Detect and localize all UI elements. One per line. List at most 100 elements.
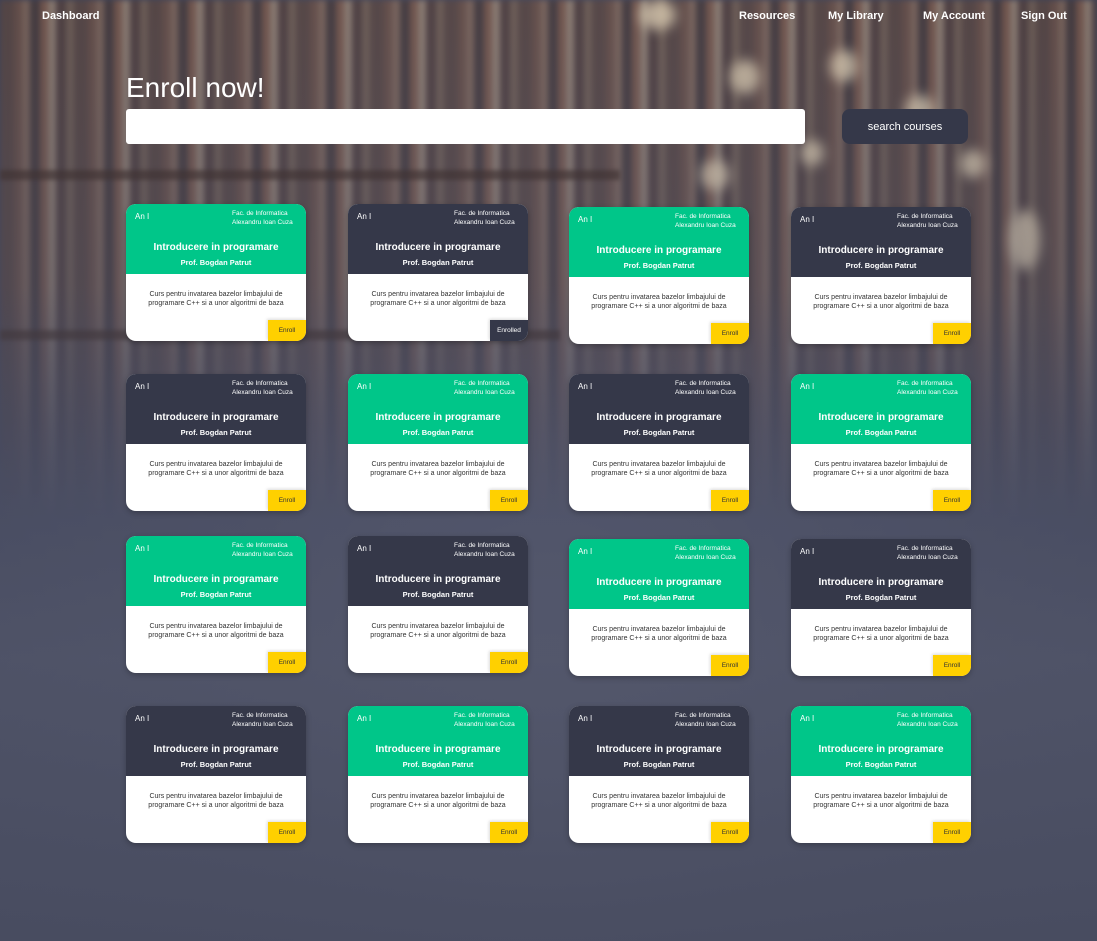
course-title: Introducere in programare xyxy=(153,574,279,585)
course-faculty: Fac. de Informatica Alexandru Ioan Cuza xyxy=(232,380,298,397)
course-description: Curs pentru invatarea bazelor limbajului… xyxy=(370,623,506,639)
course-description: Curs pentru invatarea bazelor limbajului… xyxy=(591,793,727,809)
enroll-button[interactable]: Enroll xyxy=(933,323,971,344)
course-title: Introducere in programare xyxy=(818,245,944,256)
course-card-header: An I Fac. de Informatica Alexandru Ioan … xyxy=(569,539,749,609)
course-card[interactable]: An I Fac. de Informatica Alexandru Ioan … xyxy=(126,706,306,843)
course-title: Introducere in programare xyxy=(375,744,501,755)
enroll-button[interactable]: Enroll xyxy=(933,655,971,676)
university-name: Alexandru Ioan Cuza xyxy=(675,388,736,396)
university-name: Alexandru Ioan Cuza xyxy=(454,720,515,728)
course-faculty: Fac. de Informatica Alexandru Ioan Cuza xyxy=(675,545,741,562)
course-card[interactable]: An I Fac. de Informatica Alexandru Ioan … xyxy=(569,706,749,843)
enroll-button[interactable]: Enroll xyxy=(268,320,306,341)
course-faculty: Fac. de Informatica Alexandru Ioan Cuza xyxy=(675,380,741,397)
course-card-header: An I Fac. de Informatica Alexandru Ioan … xyxy=(569,374,749,444)
course-description: Curs pentru invatarea bazelor limbajului… xyxy=(813,626,949,642)
course-card[interactable]: An I Fac. de Informatica Alexandru Ioan … xyxy=(569,539,749,676)
enroll-button[interactable]: Enroll xyxy=(711,822,749,843)
course-card[interactable]: An I Fac. de Informatica Alexandru Ioan … xyxy=(791,706,971,843)
course-professor: Prof. Bogdan Patrut xyxy=(180,258,252,267)
course-card[interactable]: An I Fac. de Informatica Alexandru Ioan … xyxy=(791,207,971,344)
course-faculty: Fac. de Informatica Alexandru Ioan Cuza xyxy=(897,380,963,397)
course-card[interactable]: An I Fac. de Informatica Alexandru Ioan … xyxy=(348,204,528,341)
course-faculty: Fac. de Informatica Alexandru Ioan Cuza xyxy=(897,545,963,562)
enroll-button[interactable]: Enroll xyxy=(268,652,306,673)
course-card-header: An I Fac. de Informatica Alexandru Ioan … xyxy=(126,706,306,776)
nav-sign-out[interactable]: Sign Out xyxy=(1021,10,1067,22)
university-name: Alexandru Ioan Cuza xyxy=(675,553,736,561)
faculty-name: Fac. de Informatica xyxy=(675,380,731,387)
course-card[interactable]: An I Fac. de Informatica Alexandru Ioan … xyxy=(569,207,749,344)
course-professor: Prof. Bogdan Patrut xyxy=(180,760,252,769)
course-year: An I xyxy=(135,382,150,391)
course-card[interactable]: An I Fac. de Informatica Alexandru Ioan … xyxy=(348,374,528,511)
course-card-header: An I Fac. de Informatica Alexandru Ioan … xyxy=(126,536,306,606)
university-name: Alexandru Ioan Cuza xyxy=(897,553,958,561)
course-title: Introducere in programare xyxy=(153,412,279,423)
nav-my-library[interactable]: My Library xyxy=(828,10,884,22)
university-name: Alexandru Ioan Cuza xyxy=(897,388,958,396)
faculty-name: Fac. de Informatica xyxy=(897,712,953,719)
faculty-name: Fac. de Informatica xyxy=(454,542,510,549)
course-professor: Prof. Bogdan Patrut xyxy=(623,261,695,270)
university-name: Alexandru Ioan Cuza xyxy=(454,550,515,558)
faculty-name: Fac. de Informatica xyxy=(675,213,731,220)
course-card[interactable]: An I Fac. de Informatica Alexandru Ioan … xyxy=(126,536,306,673)
course-description: Curs pentru invatarea bazelor limbajului… xyxy=(148,461,284,477)
enroll-button[interactable]: Enroll xyxy=(711,490,749,511)
search-courses-button[interactable]: search courses xyxy=(842,109,968,144)
faculty-name: Fac. de Informatica xyxy=(675,545,731,552)
course-card[interactable]: An I Fac. de Informatica Alexandru Ioan … xyxy=(791,374,971,511)
course-year: An I xyxy=(357,544,372,553)
top-navigation: Dashboard Resources My Library My Accoun… xyxy=(0,0,1097,32)
enroll-button[interactable]: Enroll xyxy=(490,822,528,843)
course-card[interactable]: An I Fac. de Informatica Alexandru Ioan … xyxy=(348,706,528,843)
enroll-button[interactable]: Enroll xyxy=(711,655,749,676)
course-year: An I xyxy=(578,382,593,391)
course-card-header: An I Fac. de Informatica Alexandru Ioan … xyxy=(126,374,306,444)
enroll-button[interactable]: Enroll xyxy=(711,323,749,344)
course-card[interactable]: An I Fac. de Informatica Alexandru Ioan … xyxy=(126,204,306,341)
course-card-header: An I Fac. de Informatica Alexandru Ioan … xyxy=(348,706,528,776)
course-faculty: Fac. de Informatica Alexandru Ioan Cuza xyxy=(454,712,520,729)
course-faculty: Fac. de Informatica Alexandru Ioan Cuza xyxy=(454,542,520,559)
course-card[interactable]: An I Fac. de Informatica Alexandru Ioan … xyxy=(791,539,971,676)
page-title: Enroll now! xyxy=(126,72,265,103)
university-name: Alexandru Ioan Cuza xyxy=(454,388,515,396)
course-description: Curs pentru invatarea bazelor limbajului… xyxy=(591,626,727,642)
enrolled-button[interactable]: Enrolled xyxy=(490,320,528,341)
enroll-button[interactable]: Enroll xyxy=(933,490,971,511)
enroll-button[interactable]: Enroll xyxy=(490,490,528,511)
course-title: Introducere in programare xyxy=(818,577,944,588)
nav-my-account[interactable]: My Account xyxy=(923,10,985,22)
course-card[interactable]: An I Fac. de Informatica Alexandru Ioan … xyxy=(126,374,306,511)
course-title: Introducere in programare xyxy=(596,245,722,256)
course-description: Curs pentru invatarea bazelor limbajului… xyxy=(370,461,506,477)
course-professor: Prof. Bogdan Patrut xyxy=(845,593,917,602)
course-description: Curs pentru invatarea bazelor limbajului… xyxy=(591,294,727,310)
nav-dashboard[interactable]: Dashboard xyxy=(42,10,99,22)
search-input[interactable] xyxy=(126,109,805,144)
course-description: Curs pentru invatarea bazelor limbajului… xyxy=(370,793,506,809)
course-title: Introducere in programare xyxy=(818,744,944,755)
course-card[interactable]: An I Fac. de Informatica Alexandru Ioan … xyxy=(348,536,528,673)
nav-resources[interactable]: Resources xyxy=(739,10,795,22)
course-card-header: An I Fac. de Informatica Alexandru Ioan … xyxy=(569,706,749,776)
course-faculty: Fac. de Informatica Alexandru Ioan Cuza xyxy=(232,542,298,559)
enroll-button[interactable]: Enroll xyxy=(490,652,528,673)
course-card-header: An I Fac. de Informatica Alexandru Ioan … xyxy=(791,539,971,609)
course-card-header: An I Fac. de Informatica Alexandru Ioan … xyxy=(791,706,971,776)
course-year: An I xyxy=(578,547,593,556)
course-professor: Prof. Bogdan Patrut xyxy=(402,258,474,267)
course-card[interactable]: An I Fac. de Informatica Alexandru Ioan … xyxy=(569,374,749,511)
course-title: Introducere in programare xyxy=(375,412,501,423)
course-year: An I xyxy=(357,382,372,391)
course-description: Curs pentru invatarea bazelor limbajului… xyxy=(370,291,506,307)
course-description: Curs pentru invatarea bazelor limbajului… xyxy=(148,623,284,639)
course-title: Introducere in programare xyxy=(818,412,944,423)
enroll-button[interactable]: Enroll xyxy=(268,490,306,511)
enroll-button[interactable]: Enroll xyxy=(268,822,306,843)
university-name: Alexandru Ioan Cuza xyxy=(675,221,736,229)
enroll-button[interactable]: Enroll xyxy=(933,822,971,843)
